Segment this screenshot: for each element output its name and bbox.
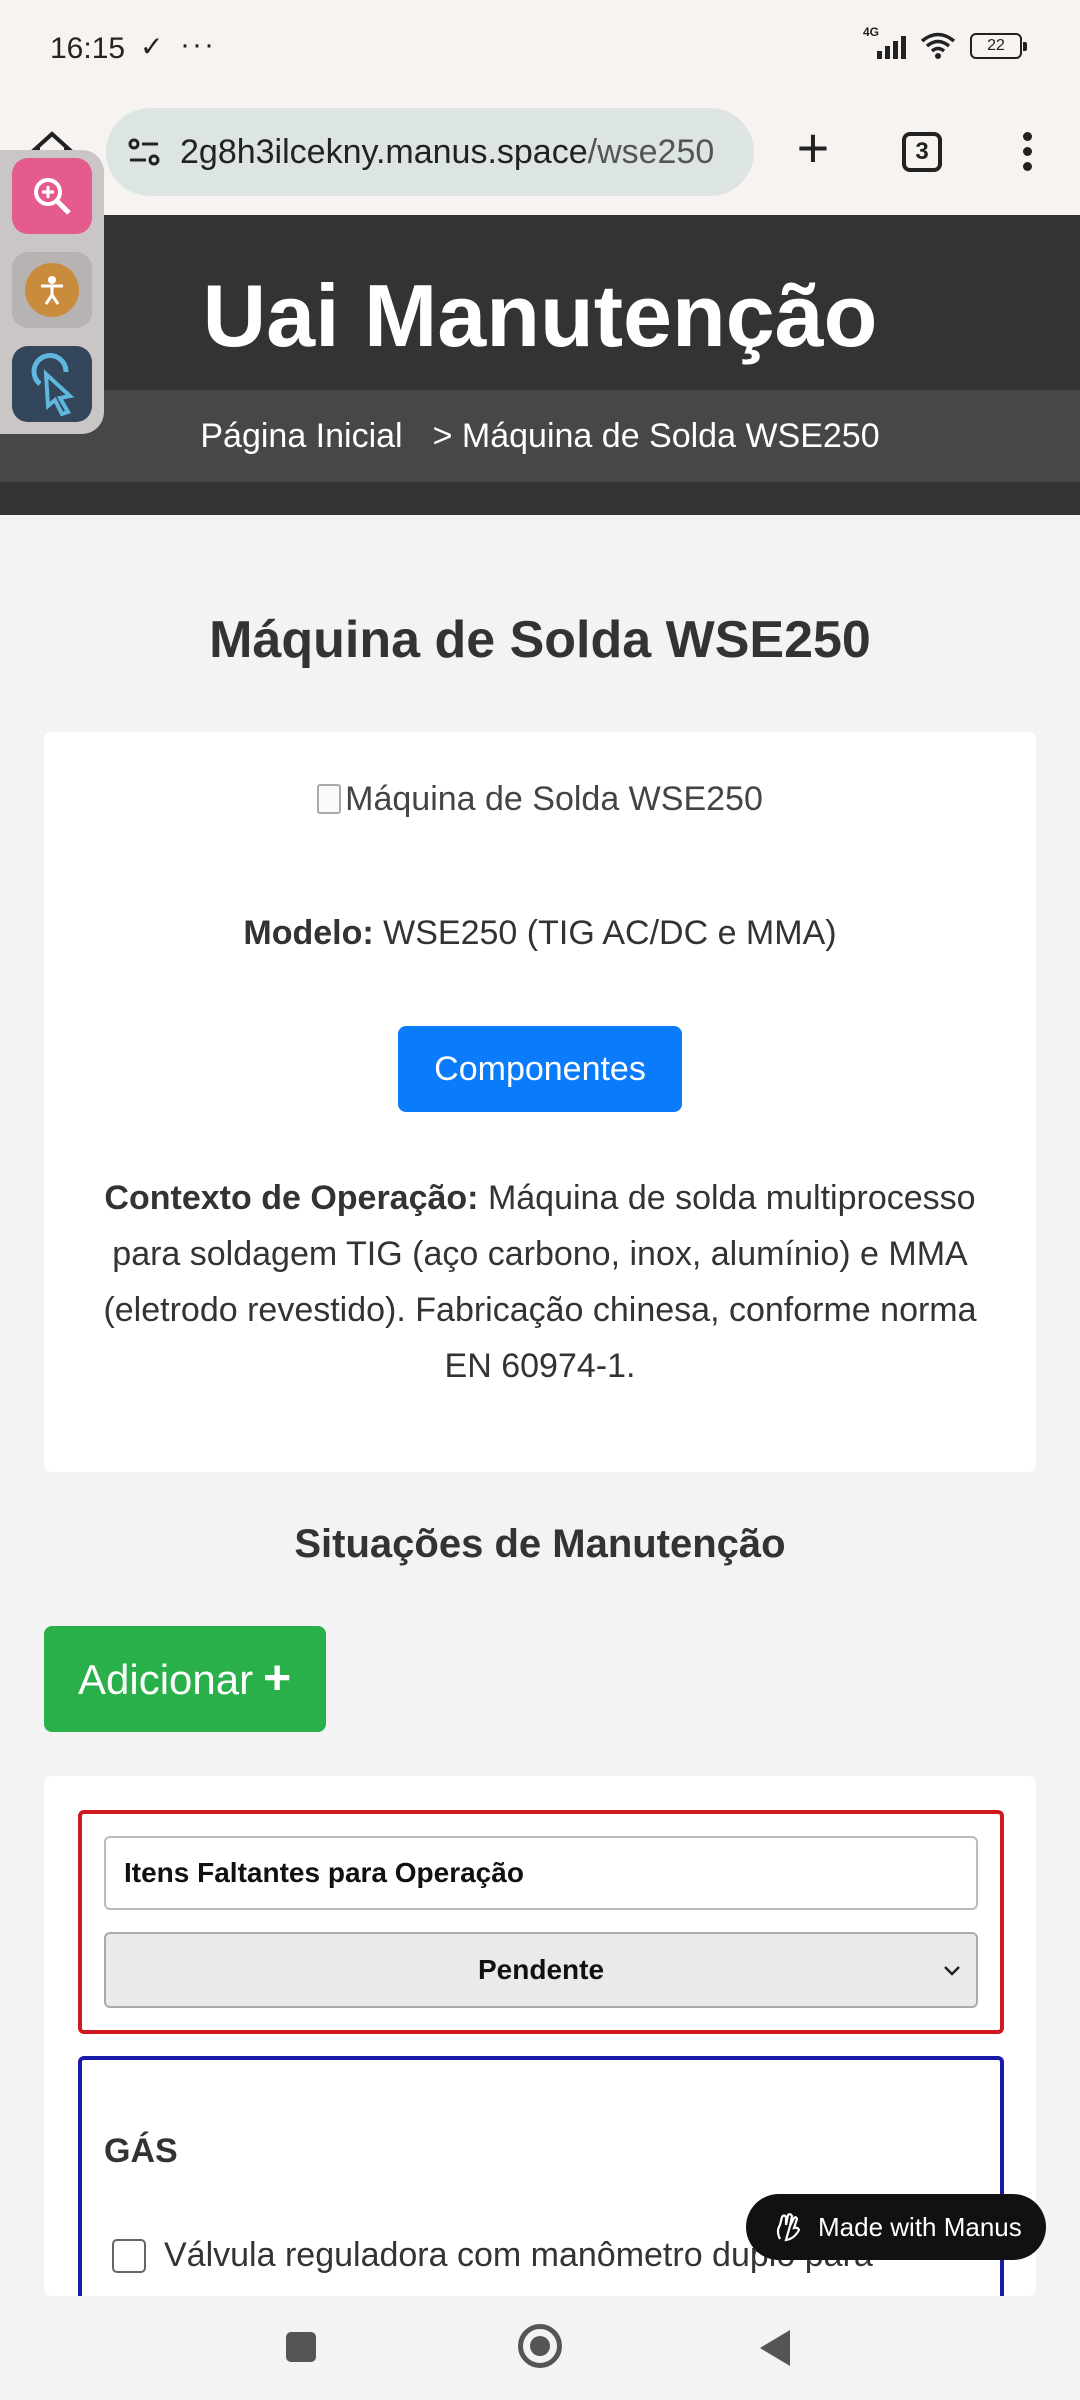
tab-switcher-icon[interactable]: 3 [902,132,942,172]
status-bar: 16:15 ✓ ··· 4G 22 [0,0,1080,100]
add-button-label: Adicionar [78,1656,254,1703]
machine-info-card: Máquina de Solda WSE250 Modelo: WSE250 (… [44,732,1036,1472]
accessibility-widget [0,150,104,434]
home-button-icon[interactable] [518,2324,562,2368]
made-with-manus-badge[interactable]: Made with Manus [746,2194,1046,2260]
address-bar[interactable]: 2g8h3ilcekny.manus.space/wse250 [106,108,754,196]
back-icon[interactable] [760,2330,790,2366]
status-select-value: Pendente [477,1954,605,1985]
site-settings-icon[interactable] [124,132,164,172]
manus-hand-icon [776,2213,801,2242]
site-header: Uai Manutenção Página Inicial > Máquina … [0,215,1080,515]
status-time: 16:15 [50,32,126,65]
components-button[interactable]: Componentes [398,1026,682,1112]
checkbox[interactable] [112,2238,146,2273]
more-notifications-icon: ··· [180,28,216,61]
url-path: /wse250 [587,132,715,171]
check-icon: ✓ [140,31,164,62]
breadcrumb: Página Inicial > Máquina de Solda WSE250 [0,390,1080,482]
url-text: 2g8h3ilcekny.manus.space/wse250 [180,133,740,172]
pointer-click-icon[interactable] [12,346,92,422]
accessibility-person-icon[interactable] [12,252,92,328]
breadcrumb-current: > Máquina de Solda WSE250 [432,416,880,455]
network-type: 4G [863,25,880,39]
breadcrumb-home-link[interactable]: Página Inicial [200,417,402,456]
add-button[interactable]: Adicionar + [44,1626,326,1732]
page-title: Máquina de Solda WSE250 [209,611,871,669]
browser-toolbar: 2g8h3ilcekny.manus.space/wse250 + 3 [0,100,1080,215]
status-indicators: 4G 22 [863,25,1027,60]
more-vert-icon[interactable] [1010,128,1044,178]
chevron-down-icon [944,1966,960,1976]
url-host: 2g8h3ilcekny.manus.space [180,132,588,171]
badge-label: Made with Manus [818,2211,1022,2242]
zoom-in-icon[interactable] [12,158,92,234]
pending-task-box: Itens Faltantes para Operação Pendente [78,1810,1004,2034]
maintenance-section-title: Situações de Manutenção [294,1522,786,1566]
model-value: WSE250 (TIG AC/DC e MMA) [373,914,837,952]
context-label: Contexto de Operação: [104,1179,479,1217]
model-line: Modelo: WSE250 (TIG AC/DC e MMA) [44,914,1036,953]
broken-image-icon [317,784,342,814]
wifi-icon [920,32,956,59]
group-title: GÁS [104,2132,178,2170]
site-title: Uai Manutenção [202,266,878,365]
recents-icon[interactable] [286,2332,316,2362]
system-navigation-bar [0,2296,1080,2400]
operation-context: Contexto de Operação: Máquina de solda m… [84,1170,996,1394]
task-title-input[interactable]: Itens Faltantes para Operação [104,1836,978,1910]
machine-image: Máquina de Solda WSE250 [44,780,1036,819]
cell-signal-icon: 4G [863,25,906,59]
battery-icon: 22 [970,33,1027,59]
new-tab-icon[interactable]: + [788,120,838,180]
machine-image-alt: Máquina de Solda WSE250 [345,780,763,818]
model-label: Modelo: [243,914,374,952]
status-select[interactable]: Pendente [104,1932,978,2008]
plus-icon: + [263,1652,292,1705]
